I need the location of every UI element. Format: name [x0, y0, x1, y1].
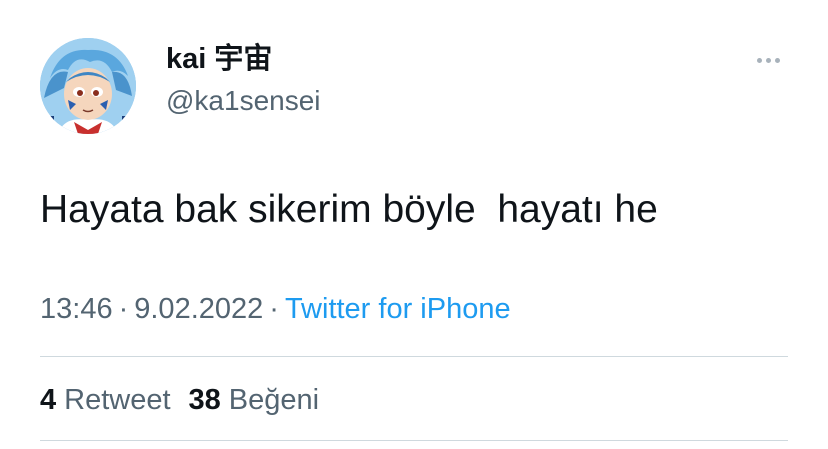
retweets-label: Retweet: [64, 384, 171, 416]
avatar-image: [40, 38, 136, 134]
tweet-source-link[interactable]: Twitter for iPhone: [285, 293, 511, 325]
more-dot: [765, 57, 771, 63]
divider: [40, 356, 788, 357]
tweet-card: kai 宇宙 @ka1sensei Hayata bak sikerim böy…: [0, 0, 828, 449]
more-horizontal-icon[interactable]: [748, 46, 788, 74]
tweet-time[interactable]: 13:46: [40, 293, 113, 325]
meta-separator: ·: [118, 293, 129, 325]
divider: [40, 440, 788, 441]
more-dot: [756, 57, 762, 63]
likes-stat[interactable]: 38 Beğeni: [189, 382, 320, 418]
tweet-stats: 4 Retweet 38 Beğeni: [40, 382, 319, 418]
user-handle[interactable]: @ka1sensei: [166, 84, 321, 118]
tweet-meta: 13:46 · 9.02.2022 · Twitter for iPhone: [40, 290, 511, 328]
likes-label: Beğeni: [228, 384, 320, 416]
more-dot: [774, 57, 780, 63]
avatar[interactable]: [40, 38, 136, 134]
tweet-text: Hayata bak sikerim böyle hayatı he: [40, 188, 658, 231]
tweet-date[interactable]: 9.02.2022: [134, 293, 263, 325]
meta-separator: ·: [269, 293, 279, 325]
likes-count: 38: [188, 384, 221, 416]
display-name[interactable]: kai 宇宙: [166, 42, 272, 76]
retweets-count: 4: [40, 384, 57, 416]
retweets-stat[interactable]: 4 Retweet: [40, 382, 171, 418]
